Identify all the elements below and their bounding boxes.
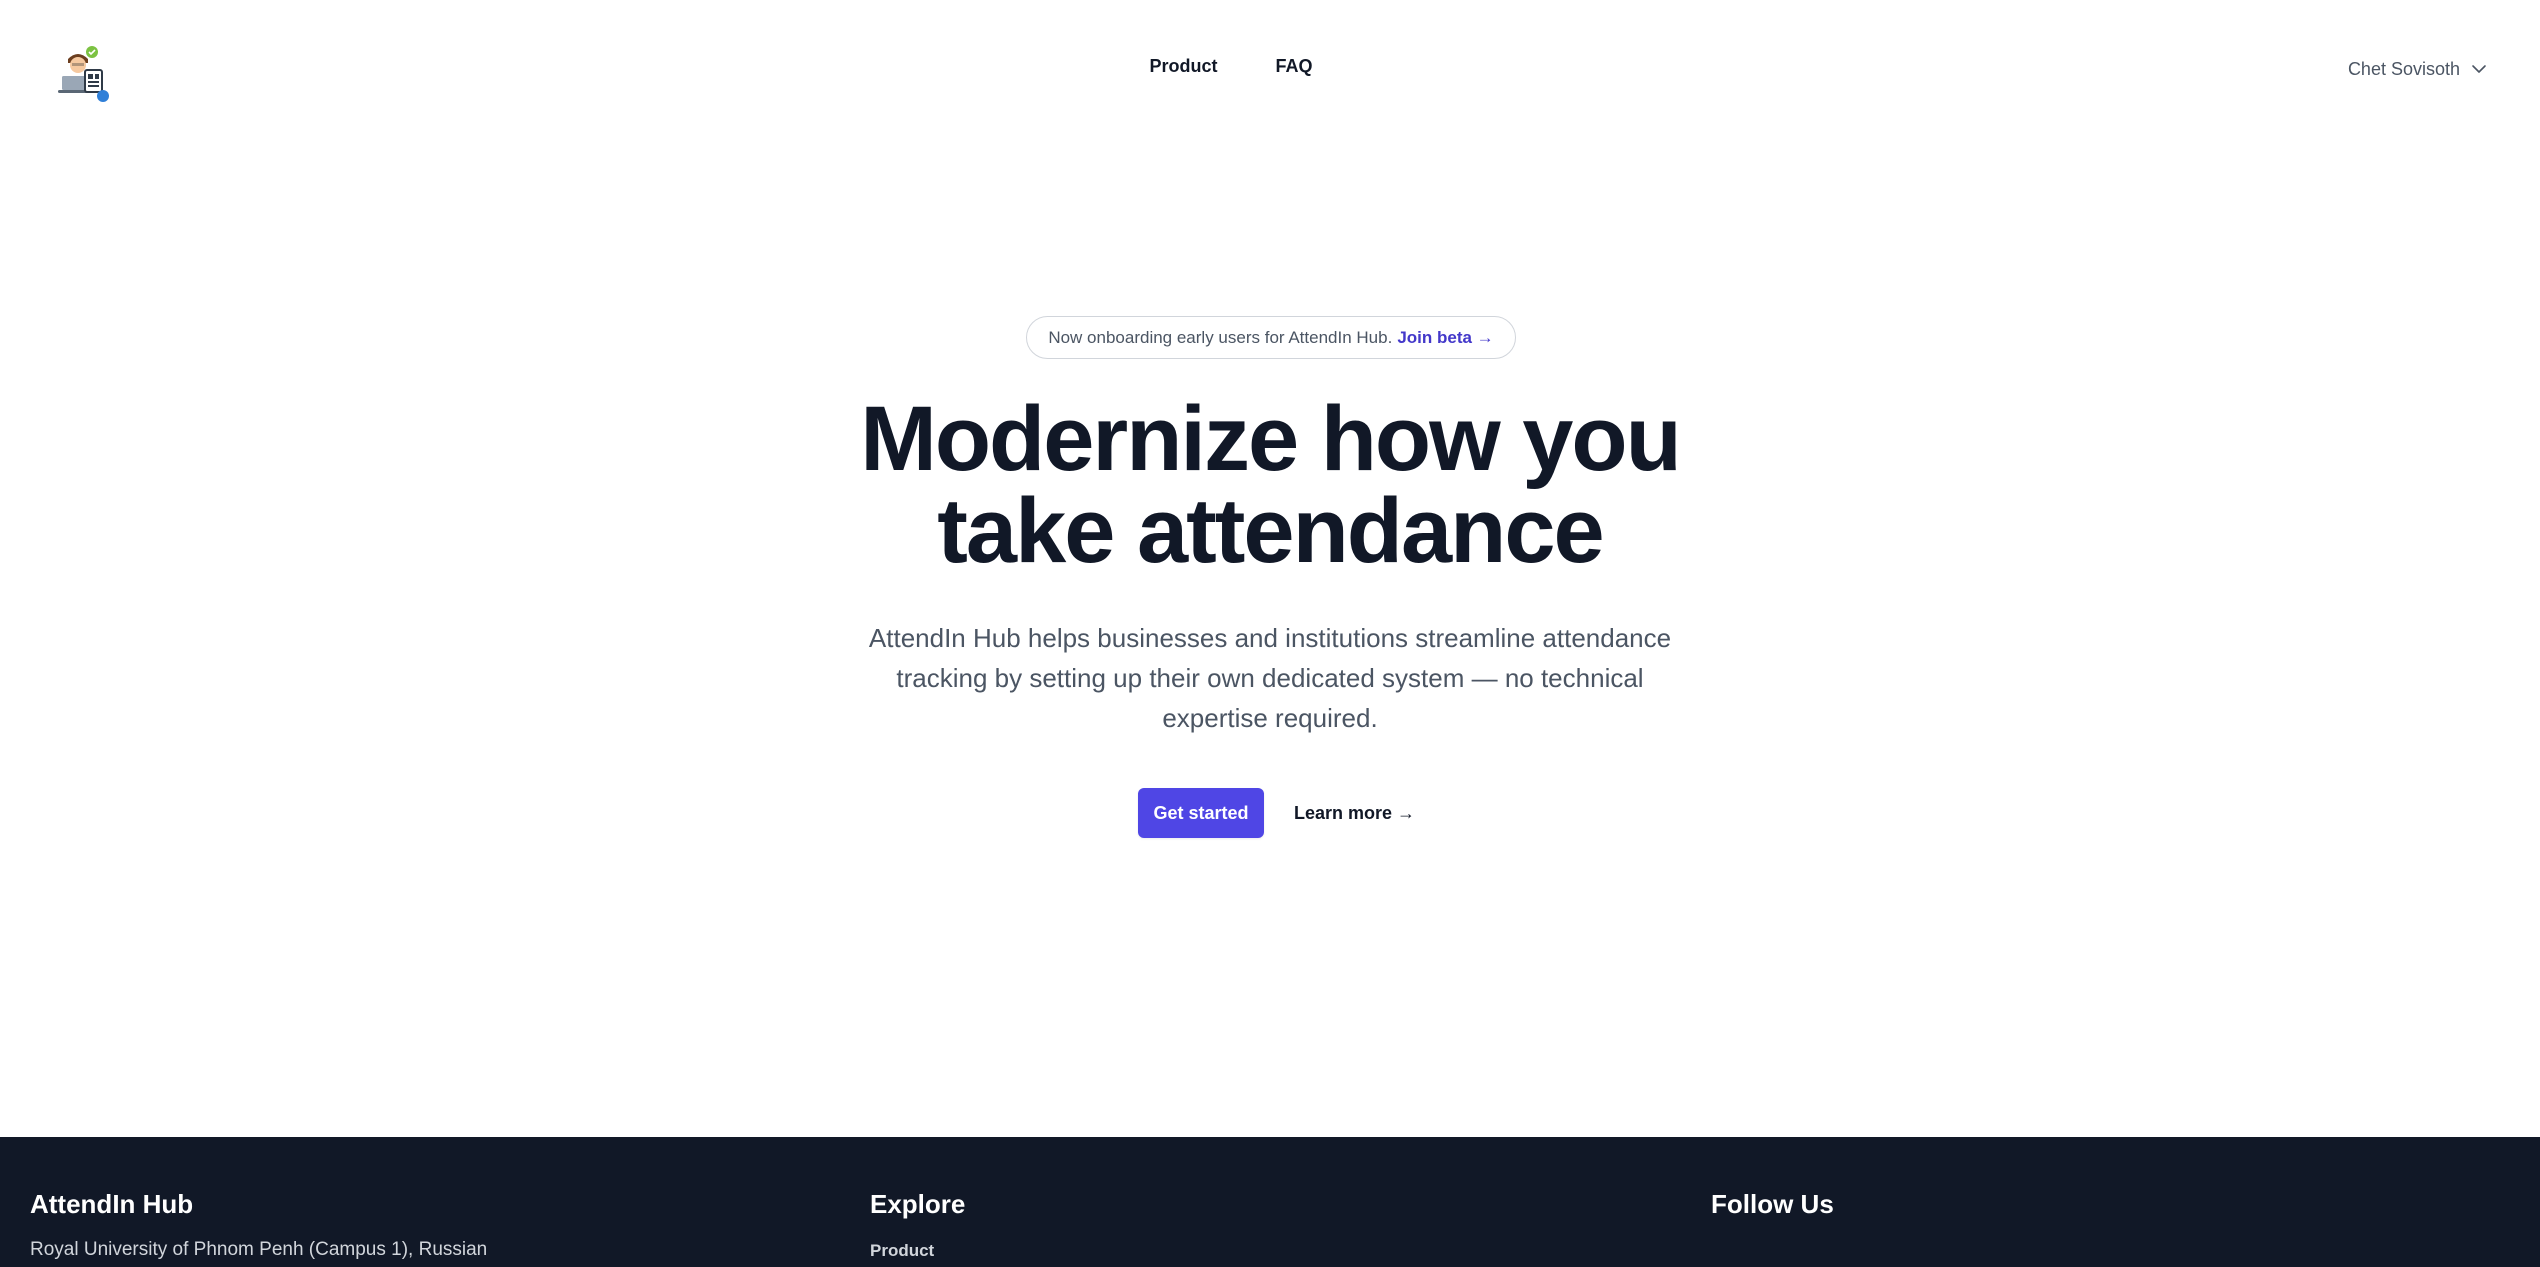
hero-description: AttendIn Hub helps businesses and instit… [868,623,1672,733]
footer-address: Royal University of Phnom Penh (Campus 1… [30,1239,488,1260]
footer-product-link[interactable]: Product [870,1241,965,1261]
learn-more-link[interactable]: Learn more → [1294,788,1415,838]
footer-follow-title: Follow Us [1711,1189,1834,1219]
chevron-down-icon [2472,65,2486,73]
footer-explore-column: Explore Product [870,1187,965,1261]
footer-brand-title: AttendIn Hub [30,1189,194,1219]
get-started-button[interactable]: Get started [1138,788,1264,838]
user-name: Chet Sovisoth [2347,58,2460,79]
main-nav: Product FAQ [0,56,2540,82]
footer-brand-column: AttendIn Hub Royal University of Phnom P… [30,1187,487,1261]
announcement-pill: Now onboarding early users for AttendIn … [1026,316,1516,359]
nav-product-link[interactable]: Product [1149,56,1217,82]
user-menu-button[interactable]: Chet Sovisoth [2348,56,2488,82]
site-header: Product FAQ Chet Sovisoth [0,0,2540,138]
headline-line-2: take attendance [937,480,1604,582]
hero-headline: Modernize how you take attendance [0,393,2540,577]
site-footer: AttendIn Hub Royal University of Phnom P… [0,1137,2540,1267]
footer-explore-title: Explore [870,1189,966,1219]
landing-page: Product FAQ Chet Sovisoth Now onboarding… [0,0,2540,1267]
join-beta-link[interactable]: Join beta → [1397,328,1493,348]
nav-faq-link[interactable]: FAQ [1276,56,1313,82]
announcement-text: Now onboarding early users for AttendIn … [1048,327,1393,347]
headline-line-1: Modernize how you [860,388,1682,490]
footer-follow-column: Follow Us [1711,1187,1834,1221]
